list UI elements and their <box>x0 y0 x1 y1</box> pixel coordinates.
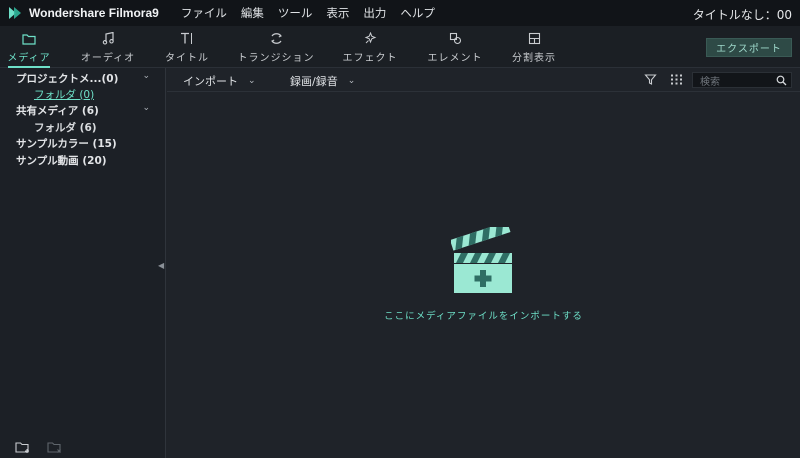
record-dropdown[interactable]: 録画/録音 ⌄ <box>290 73 355 89</box>
tab-titles-label: タイトル <box>165 52 209 64</box>
tab-elements[interactable]: エレメント <box>422 26 488 68</box>
menu-help[interactable]: ヘルプ <box>400 5 435 21</box>
menu-view[interactable]: 表示 <box>326 5 349 21</box>
elements-icon <box>449 31 462 47</box>
delete-folder-icon[interactable] <box>47 440 63 454</box>
tree-project-media-label: プロジェクトメ...(0) <box>16 72 119 85</box>
export-button[interactable]: エクスポート <box>706 38 792 57</box>
tree-shared-folder-label: フォルダ (6) <box>34 121 97 134</box>
tab-titles[interactable]: タイトル <box>162 26 212 68</box>
tree-sample-colors[interactable]: サンプルカラー (15) <box>0 135 166 151</box>
media-library-panel: プロジェクトメ...(0) ⌄ フォルダ (0) 共有メディア (6) ⌄ フォ… <box>0 68 166 458</box>
search-placeholder: 検索 <box>700 76 720 88</box>
chevron-down-icon[interactable]: ⌄ <box>142 71 150 81</box>
tree-project-folder[interactable]: フォルダ (0) <box>0 86 166 102</box>
music-note-icon <box>102 31 114 47</box>
effects-sparkle-icon <box>364 31 377 47</box>
document-title: タイトルなし：00 <box>692 8 792 22</box>
tree-shared-media-label: 共有メディア (6) <box>16 104 99 117</box>
app-name: Wondershare Filmora9 <box>29 6 159 20</box>
text-title-icon <box>180 31 194 47</box>
transition-icon <box>270 31 283 47</box>
tab-transitions-label: トランジション <box>237 52 315 64</box>
tree-shared-folder[interactable]: フォルダ (6) <box>0 119 166 135</box>
media-subbar: インポート ⌄ 録画/録音 ⌄ 検索 <box>167 68 800 92</box>
tab-transitions[interactable]: トランジション <box>236 26 316 68</box>
record-dropdown-label: 録画/録音 <box>290 75 338 88</box>
menu-edit[interactable]: 編集 <box>241 5 264 21</box>
tree-project-folder-label: フォルダ (0) <box>34 88 95 101</box>
menu-tools[interactable]: ツール <box>278 5 313 21</box>
tab-audio[interactable]: オーディオ <box>80 26 136 68</box>
tab-effects[interactable]: エフェクト <box>338 26 402 68</box>
tab-media-label: メディア <box>7 52 51 64</box>
tree-sample-videos-label: サンプル動画 (20) <box>16 154 107 167</box>
folder-icon <box>22 31 36 47</box>
module-tabs: メディア オーディオ タイトル トランジション エフェクト エレメント 分割表示… <box>0 26 800 68</box>
chevron-down-icon: ⌄ <box>347 76 356 86</box>
filmora-logo-icon <box>7 5 23 21</box>
tab-split-screen[interactable]: 分割表示 <box>506 26 562 68</box>
tab-audio-label: オーディオ <box>80 52 136 64</box>
menu-bar: ファイル 編集 ツール 表示 出力 ヘルプ <box>181 5 449 21</box>
import-dropdown[interactable]: インポート ⌄ <box>183 73 256 89</box>
menu-file[interactable]: ファイル <box>181 5 227 21</box>
media-drop-area[interactable]: ここにメディアファイルをインポートする <box>167 93 800 458</box>
filter-icon[interactable] <box>644 73 658 87</box>
tab-elements-label: エレメント <box>427 52 483 64</box>
chevron-down-icon: ⌄ <box>248 76 256 86</box>
new-folder-icon[interactable] <box>15 440 31 454</box>
title-menu-bar: Wondershare Filmora9 ファイル 編集 ツール 表示 出力 ヘ… <box>0 0 800 26</box>
import-hint-text[interactable]: ここにメディアファイルをインポートする <box>167 308 800 322</box>
clapperboard-import-icon[interactable] <box>450 221 515 298</box>
tree-sample-colors-label: サンプルカラー (15) <box>16 137 117 150</box>
menu-export[interactable]: 出力 <box>363 5 386 21</box>
import-dropdown-label: インポート <box>183 75 238 88</box>
tab-split-screen-label: 分割表示 <box>512 52 556 64</box>
search-input[interactable]: 検索 <box>692 72 792 88</box>
tree-sample-videos[interactable]: サンプル動画 (20) <box>0 152 166 168</box>
tree-project-media[interactable]: プロジェクトメ...(0) ⌄ <box>0 70 166 86</box>
tab-effects-label: エフェクト <box>342 52 398 64</box>
split-screen-icon <box>528 31 541 47</box>
chevron-down-icon[interactable]: ⌄ <box>142 103 150 113</box>
search-icon[interactable] <box>776 75 787 89</box>
tree-shared-media[interactable]: 共有メディア (6) ⌄ <box>0 102 166 118</box>
tab-media[interactable]: メディア <box>4 26 54 68</box>
grid-view-icon[interactable] <box>670 73 684 87</box>
collapse-panel-icon[interactable]: ◀ <box>158 261 164 270</box>
